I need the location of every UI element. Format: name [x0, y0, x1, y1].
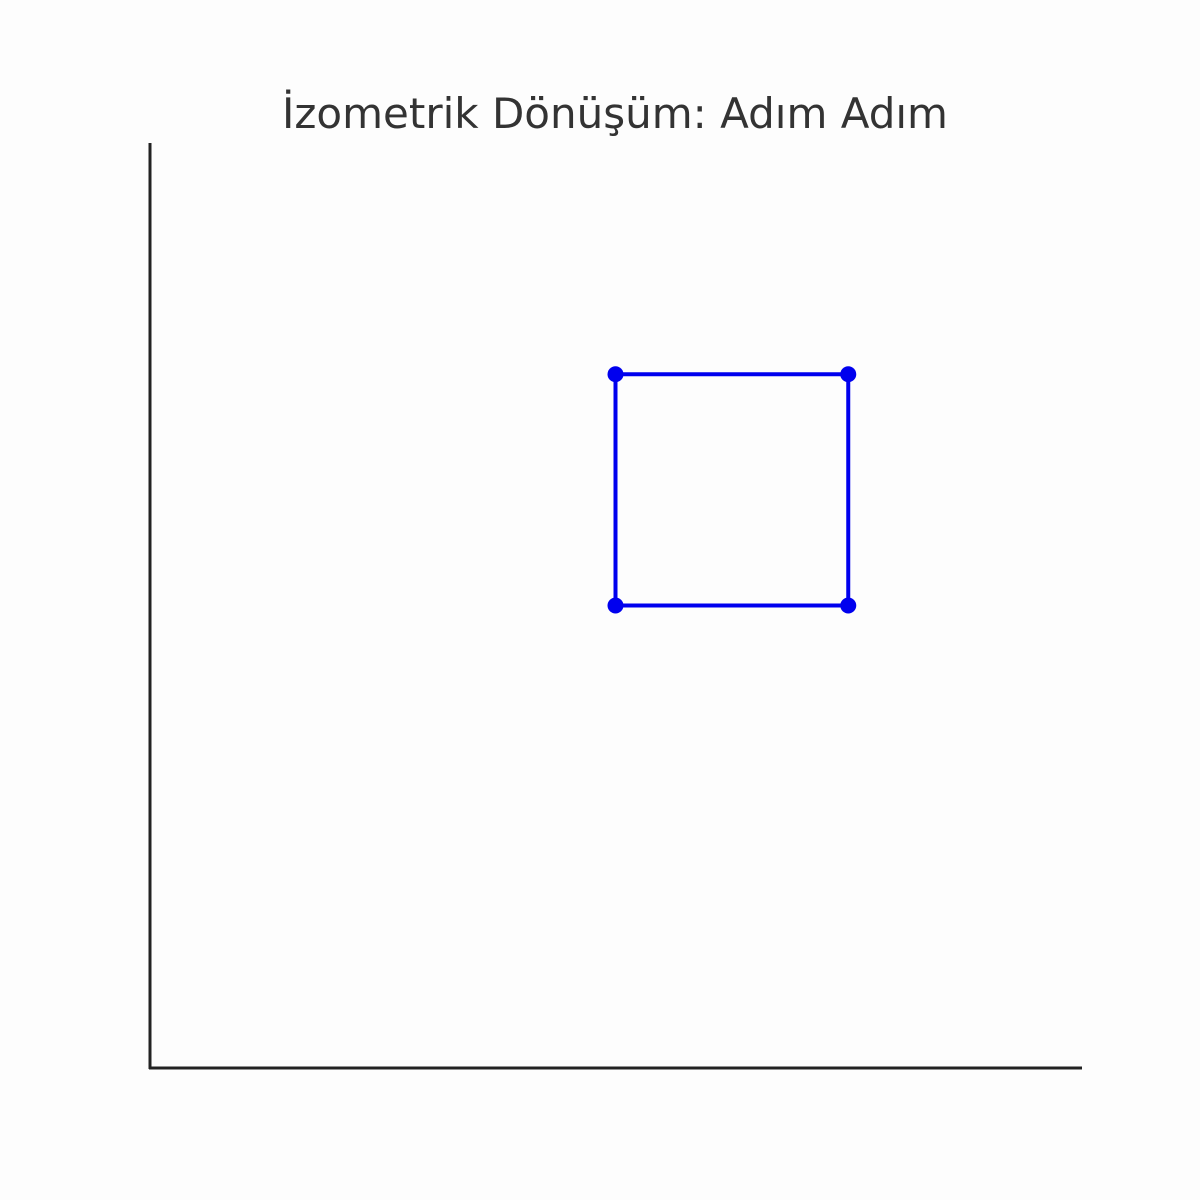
series-layer: [607, 366, 857, 614]
series-0-vertex-2: [840, 366, 857, 383]
chart: İzometrik Dönüşüm: Adım Adım: [148, 88, 1082, 1070]
chart-title: İzometrik Dönüşüm: Adım Adım: [282, 88, 948, 138]
series-0-vertex-1: [840, 597, 857, 614]
series-0-vertex-0: [607, 597, 624, 614]
series-0-vertex-3: [607, 366, 624, 383]
